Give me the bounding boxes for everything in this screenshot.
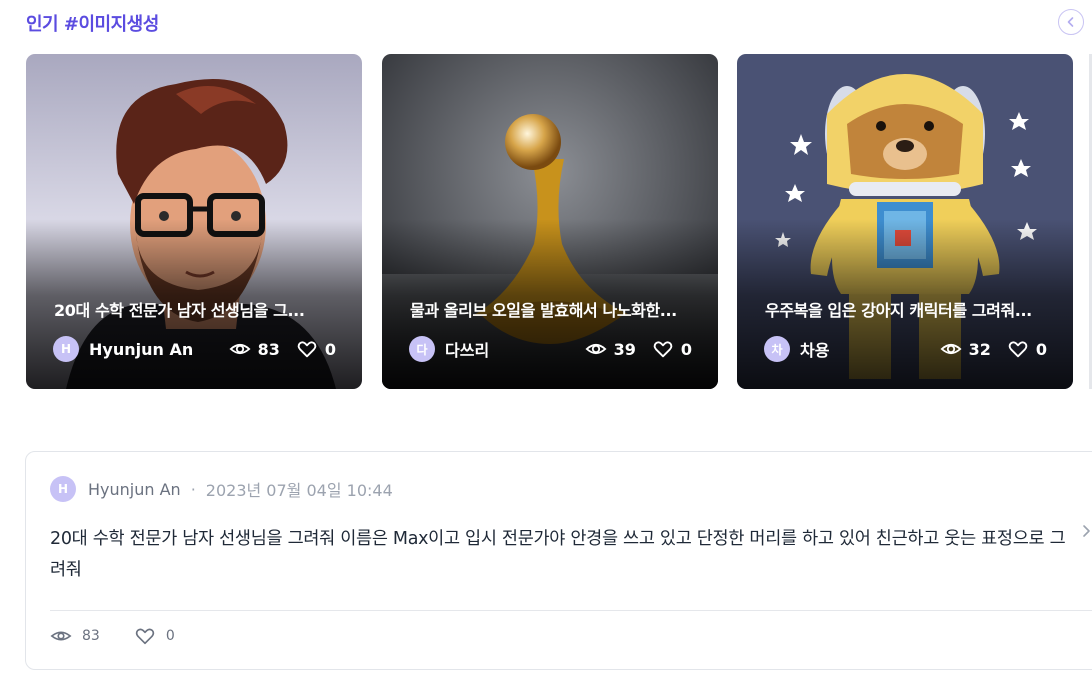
avatar: H xyxy=(53,336,79,362)
likes-count[interactable]: 0 xyxy=(134,625,175,647)
avatar: 다 xyxy=(409,336,435,362)
card-title: 20대 수학 전문가 남자 선생님을 그... xyxy=(54,301,305,320)
views-count: 39 xyxy=(585,338,636,360)
likes-count[interactable]: 0 xyxy=(652,338,692,360)
eye-icon xyxy=(229,343,251,355)
eye-icon xyxy=(50,631,72,641)
post-date: 2023년 07월 04일 10:44 xyxy=(205,481,393,500)
post-author[interactable]: Hyunjun An xyxy=(88,480,181,499)
card-title: 우주복을 입은 강아지 캐릭터를 그려줘... xyxy=(765,301,1032,320)
likes-value: 0 xyxy=(324,339,336,359)
views-count: 83 xyxy=(50,625,100,647)
card-meta: 차 차용 32 0 xyxy=(764,336,1047,362)
views-count: 83 xyxy=(229,338,280,360)
card-meta: H Hyunjun An 83 0 xyxy=(53,336,336,362)
avatar: 차 xyxy=(764,336,790,362)
views-count: 32 xyxy=(940,338,991,360)
heart-icon xyxy=(135,628,155,645)
heart-icon xyxy=(653,341,673,358)
eye-icon xyxy=(585,343,607,355)
views-value: 39 xyxy=(613,339,636,359)
card-author: 차용 xyxy=(800,341,830,360)
heart-icon xyxy=(1008,341,1028,358)
card-space-dog[interactable]: 우주복을 입은 강아지 캐릭터를 그려줘... 차 차용 32 0 xyxy=(737,54,1073,389)
card-author: 다쓰리 xyxy=(445,341,490,360)
card-title: 물과 올리브 오일을 발효해서 나노화한... xyxy=(410,301,677,320)
post-body: 20대 수학 전문가 남자 선생님을 그려줘 이름은 Max이고 입시 전문가야… xyxy=(50,529,1066,580)
likes-value: 0 xyxy=(165,628,175,644)
separator-dot: · xyxy=(190,479,196,499)
likes-count[interactable]: 0 xyxy=(296,338,336,360)
views-value: 83 xyxy=(257,339,280,359)
views-value: 83 xyxy=(82,628,100,644)
likes-value: 0 xyxy=(680,339,692,359)
card-teacher[interactable]: 20대 수학 전문가 남자 선생님을 그... H Hyunjun An 83 … xyxy=(26,54,362,389)
chevron-left-icon xyxy=(1067,17,1074,27)
carousel-prev-button[interactable] xyxy=(1058,9,1084,35)
card-author: Hyunjun An xyxy=(89,339,194,359)
heart-icon xyxy=(297,341,317,358)
eye-icon xyxy=(940,343,962,355)
likes-value: 0 xyxy=(1035,339,1047,359)
post-header: H Hyunjun An · 2023년 07월 04일 10:44 xyxy=(50,476,393,502)
post-stats: 83 0 xyxy=(50,624,209,648)
views-value: 32 xyxy=(968,339,991,359)
card-meta: 다 다쓰리 39 0 xyxy=(409,336,692,362)
card-olive-oil[interactable]: 물과 올리브 오일을 발효해서 나노화한... 다 다쓰리 39 0 xyxy=(382,54,718,389)
post-card[interactable]: H Hyunjun An · 2023년 07월 04일 10:44 20대 수… xyxy=(25,451,1092,670)
avatar: H xyxy=(50,476,76,502)
section-title: 인기 #이미지생성 xyxy=(26,14,159,35)
chevron-right-icon[interactable] xyxy=(1080,522,1092,540)
divider xyxy=(50,610,1092,611)
likes-count[interactable]: 0 xyxy=(1007,338,1047,360)
